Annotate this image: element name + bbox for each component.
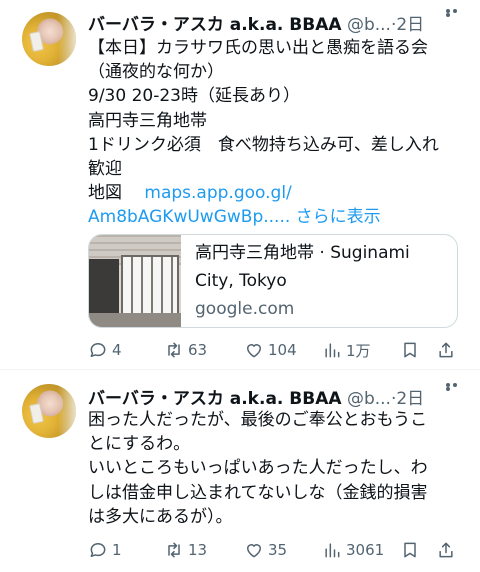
share-icon: [439, 342, 453, 358]
map-label: 地図: [88, 183, 122, 204]
body-line: は多大にあるが）。: [88, 506, 233, 527]
repost-button[interactable]: 63: [164, 338, 207, 362]
bookmark-button[interactable]: [400, 338, 420, 362]
more-options-icon[interactable]: [446, 383, 466, 391]
tweet-body: 【本日】カラサワ氏の思い出と愚痴を語る会 （通夜的な何か） 9/30 20-23…: [88, 36, 458, 230]
avatar-phone: [29, 31, 44, 52]
post-time[interactable]: 2日: [396, 15, 424, 35]
tweet[interactable]: バーバラ・アスカ a.k.a. BBAA @b...·2日 【本日】カラサワ氏の…: [0, 0, 480, 368]
avatar-shade: [58, 12, 76, 66]
author-name[interactable]: バーバラ・アスカ a.k.a. BBAA: [88, 389, 342, 409]
action-bar: 4 63 104 1万: [88, 338, 458, 362]
body-line: （通夜的な何か）: [88, 62, 224, 83]
avatar-shade: [58, 384, 76, 438]
tweet[interactable]: バーバラ・アスカ a.k.a. BBAA @b...·2日 困った人だったが、最…: [0, 370, 480, 572]
show-more-link[interactable]: さらに表示: [296, 207, 381, 227]
repost-count: 13: [188, 541, 208, 559]
like-count: 104: [268, 341, 297, 359]
body-line: 【本日】カラサワ氏の思い出と愚痴を語る会: [88, 38, 428, 58]
map-line: 地図 maps.app.goo.gl/: [88, 181, 458, 205]
reply-button[interactable]: 1: [88, 538, 122, 562]
like-button[interactable]: 35: [244, 538, 287, 562]
action-bar: 1 13 35 3061: [88, 538, 458, 562]
body-line: 歓迎: [88, 158, 122, 179]
post-time[interactable]: 2日: [396, 389, 424, 409]
avatar[interactable]: [22, 12, 76, 66]
share-button[interactable]: [436, 538, 456, 562]
body-line: 困った人だったが、最後のご奉公とおもうこ: [88, 410, 428, 430]
link-card[interactable]: 高円寺三角地帯 · Suginami City, Tokyo google.co…: [88, 234, 458, 328]
repost-button[interactable]: 13: [164, 538, 207, 562]
reply-icon: [90, 343, 106, 357]
link-line: Am8bAGKwUwGwBp..... さらに表示: [88, 205, 458, 229]
avatar[interactable]: [22, 384, 76, 438]
body-line: 1ドリンク必須 食べ物持ち込み可、差し入れ: [88, 134, 439, 155]
body-line: 高円寺三角地帯: [88, 110, 207, 131]
share-icon: [439, 542, 453, 558]
tweet-body: 困った人だったが、最後のご奉公とおもうこ とにするわ。 いいところもいっぱいあっ…: [88, 408, 458, 529]
map-link-continued[interactable]: Am8bAGKwUwGwBp.....: [88, 207, 290, 227]
bookmark-button[interactable]: [400, 538, 420, 562]
body-line: いいところもいっぱいあった人だったし、わ: [88, 458, 428, 479]
card-domain: google.com: [195, 299, 295, 319]
tweet-header: バーバラ・アスカ a.k.a. BBAA @b...·2日: [88, 384, 468, 409]
more-options-icon[interactable]: [446, 9, 466, 17]
reply-button[interactable]: 4: [88, 338, 122, 362]
repost-count: 63: [188, 341, 208, 359]
views-count: 3061: [346, 541, 385, 559]
like-count: 35: [268, 541, 288, 559]
body-line: とにするわ。: [88, 434, 191, 455]
like-button[interactable]: 104: [244, 338, 297, 362]
views-button[interactable]: 3061: [322, 538, 384, 562]
repost-icon: [168, 542, 180, 558]
body-line: 9/30 20-23時（延長あり）: [88, 86, 300, 107]
bookmark-icon: [404, 342, 416, 358]
card-title-continued: City, Tokyo: [195, 271, 287, 291]
card-title: 高円寺三角地帯 · Suginami: [195, 243, 410, 263]
reply-count: 4: [112, 341, 122, 359]
tweet-header: バーバラ・アスカ a.k.a. BBAA @b...·2日: [88, 10, 468, 35]
bookmark-icon: [404, 542, 416, 558]
reply-count: 1: [112, 541, 122, 559]
card-thumbnail: [89, 235, 181, 327]
heart-icon: [247, 344, 261, 358]
author-handle[interactable]: @b...: [347, 15, 391, 35]
map-link[interactable]: maps.app.goo.gl/: [144, 183, 291, 203]
body-line: しは借金申し込まれてないしな（金銭的損害: [88, 482, 428, 503]
share-button[interactable]: [436, 338, 456, 362]
heart-icon: [247, 544, 261, 558]
views-button[interactable]: 1万: [322, 338, 371, 362]
views-count: 1万: [346, 341, 371, 360]
views-icon: [325, 543, 340, 558]
author-handle[interactable]: @b...: [347, 389, 391, 409]
author-name[interactable]: バーバラ・アスカ a.k.a. BBAA: [88, 15, 342, 35]
card-text: 高円寺三角地帯 · Suginami City, Tokyo google.co…: [195, 239, 457, 323]
avatar-phone: [29, 403, 44, 424]
views-icon: [325, 343, 340, 358]
repost-icon: [168, 342, 180, 358]
reply-icon: [90, 543, 106, 557]
